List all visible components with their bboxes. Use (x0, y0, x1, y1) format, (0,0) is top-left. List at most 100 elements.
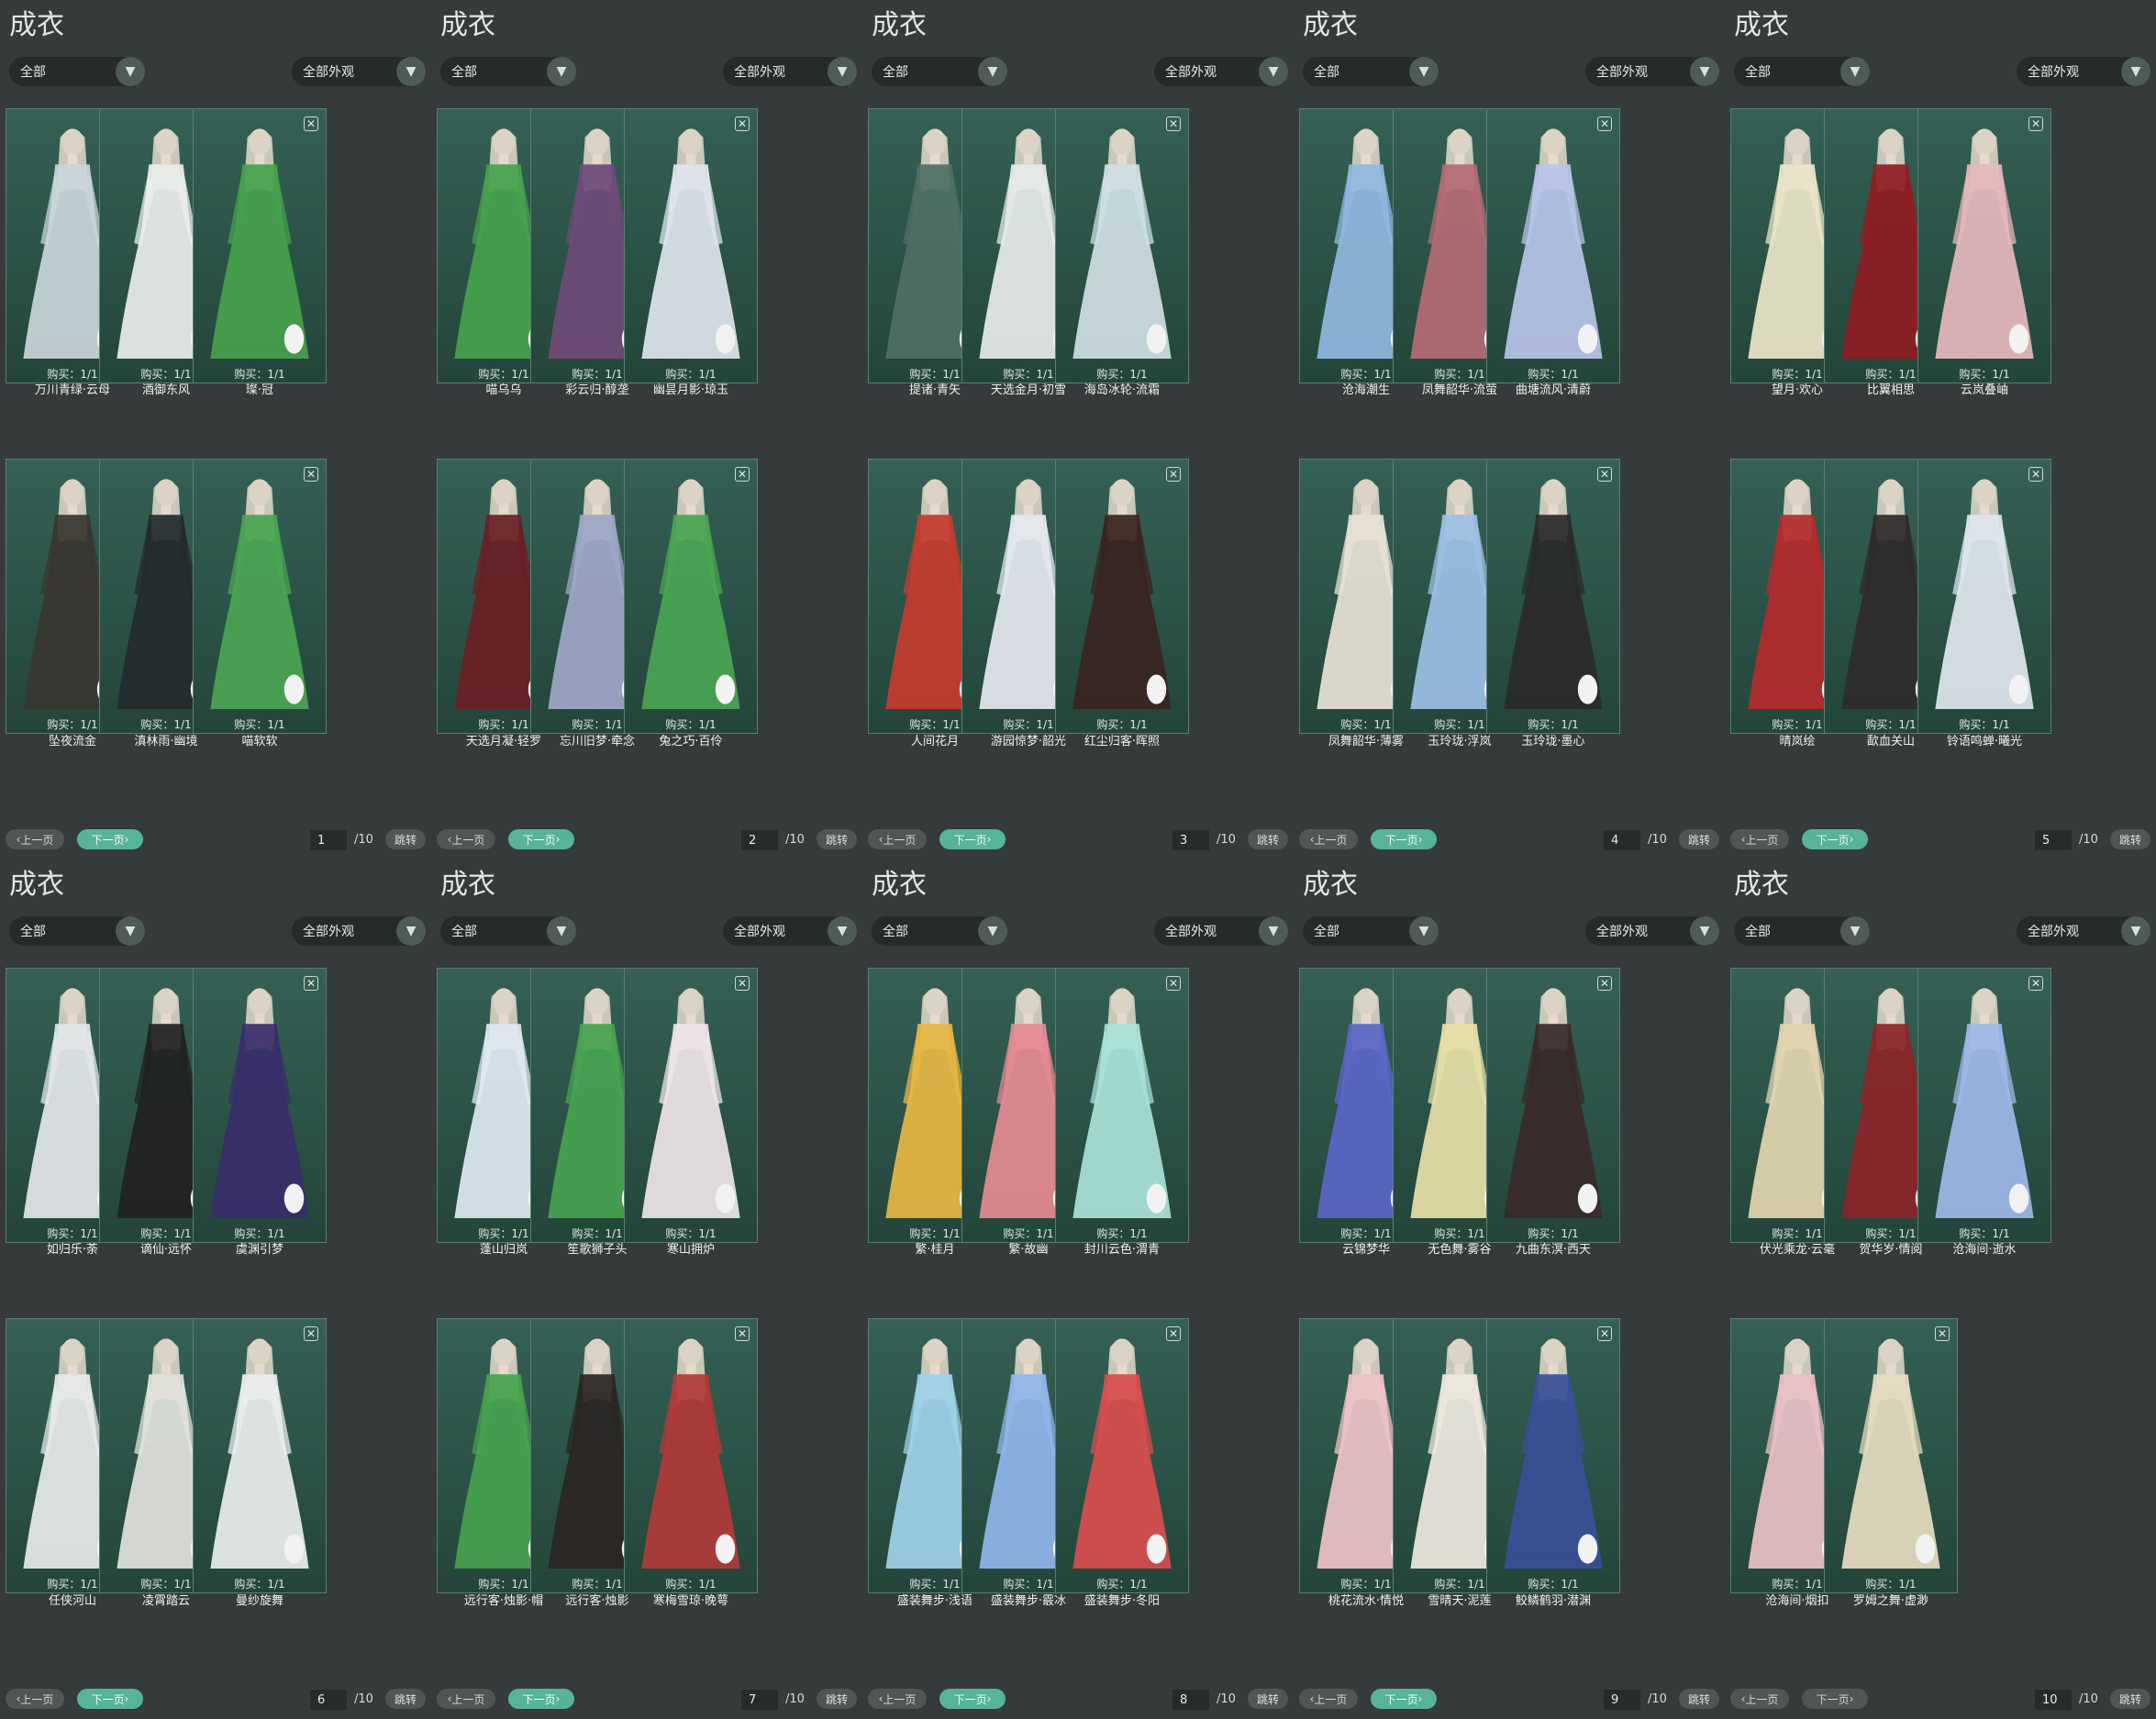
next-page-button[interactable]: 下一页 › (508, 1689, 574, 1709)
chevron-down-icon[interactable]: ▼ (978, 57, 1007, 86)
next-page-button[interactable]: 下一页 › (1802, 829, 1868, 849)
jump-button[interactable]: 跳转 (817, 1689, 857, 1709)
jump-button[interactable]: 跳转 (1248, 829, 1288, 849)
outfit-card[interactable]: ✕购买：1/1 (193, 968, 327, 1243)
page-number-input[interactable]: 5 (2035, 830, 2072, 850)
page-number-input[interactable]: 3 (1172, 830, 1209, 850)
jump-button[interactable]: 跳转 (1679, 829, 1719, 849)
outfit-card[interactable]: ✕购买：1/1 (1917, 108, 2051, 383)
next-page-button[interactable]: 下一页 › (77, 829, 143, 849)
chevron-down-icon[interactable]: ▼ (396, 916, 426, 946)
jump-button[interactable]: 跳转 (2110, 829, 2150, 849)
jump-button[interactable]: 跳转 (385, 1689, 426, 1709)
outfit-card[interactable]: ✕购买：1/1 (624, 459, 758, 734)
next-page-button[interactable]: 下一页 › (1371, 1689, 1437, 1709)
page-number-input[interactable]: 10 (2035, 1690, 2072, 1710)
page-number-input[interactable]: 6 (310, 1690, 347, 1710)
outfit-card[interactable]: ✕购买：1/1 (1824, 1318, 1958, 1593)
appearance-dropdown[interactable]: 全部外观 ▼ (723, 57, 857, 86)
appearance-dropdown[interactable]: 全部外观 ▼ (2017, 916, 2150, 946)
page-number-input[interactable]: 9 (1604, 1690, 1640, 1710)
outfit-card[interactable]: ✕购买：1/1 (624, 1318, 758, 1593)
next-page-button[interactable]: 下一页 › (77, 1689, 143, 1709)
next-page-button[interactable]: 下一页 › (1802, 1689, 1868, 1709)
chevron-down-icon[interactable]: ▼ (116, 916, 145, 946)
outfit-card[interactable]: ✕购买：1/1 (1917, 968, 2051, 1243)
category-dropdown[interactable]: 全部 ▼ (440, 57, 576, 86)
chevron-down-icon[interactable]: ▼ (978, 916, 1007, 946)
chevron-down-icon[interactable]: ▼ (547, 916, 576, 946)
next-page-button[interactable]: 下一页 › (939, 829, 1006, 849)
prev-page-button[interactable]: ‹ 上一页 (1299, 1689, 1358, 1709)
outfit-card[interactable]: ✕购买：1/1 (1055, 108, 1189, 383)
category-dropdown[interactable]: 全部 ▼ (872, 57, 1007, 86)
category-dropdown[interactable]: 全部 ▼ (872, 916, 1007, 946)
outfit-card[interactable]: ✕购买：1/1 (193, 108, 327, 383)
page-number-input[interactable]: 4 (1604, 830, 1640, 850)
category-dropdown[interactable]: 全部 ▼ (1303, 916, 1439, 946)
chevron-down-icon[interactable]: ▼ (828, 916, 857, 946)
outfit-card[interactable]: ✕购买：1/1 (1486, 459, 1620, 734)
chevron-down-icon[interactable]: ▼ (828, 57, 857, 86)
appearance-dropdown[interactable]: 全部外观 ▼ (1585, 57, 1719, 86)
chevron-down-icon[interactable]: ▼ (1259, 57, 1288, 86)
next-page-button[interactable]: 下一页 › (1371, 829, 1437, 849)
outfit-card[interactable]: ✕购买：1/1 (1055, 968, 1189, 1243)
prev-page-button[interactable]: ‹ 上一页 (868, 1689, 927, 1709)
jump-button[interactable]: 跳转 (385, 829, 426, 849)
chevron-down-icon[interactable]: ▼ (1259, 916, 1288, 946)
appearance-dropdown[interactable]: 全部外观 ▼ (2017, 57, 2150, 86)
prev-page-button[interactable]: ‹ 上一页 (868, 829, 927, 849)
chevron-down-icon[interactable]: ▼ (2121, 916, 2150, 946)
prev-page-button[interactable]: ‹ 上一页 (1299, 829, 1358, 849)
prev-page-button[interactable]: ‹ 上一页 (6, 1689, 64, 1709)
outfit-card[interactable]: ✕购买：1/1 (624, 108, 758, 383)
category-dropdown[interactable]: 全部 ▼ (1734, 57, 1870, 86)
appearance-dropdown[interactable]: 全部外观 ▼ (292, 916, 426, 946)
appearance-dropdown[interactable]: 全部外观 ▼ (1585, 916, 1719, 946)
jump-button[interactable]: 跳转 (1248, 1689, 1288, 1709)
prev-page-button[interactable]: ‹ 上一页 (1730, 1689, 1789, 1709)
chevron-down-icon[interactable]: ▼ (1409, 916, 1439, 946)
chevron-down-icon[interactable]: ▼ (396, 57, 426, 86)
category-dropdown[interactable]: 全部 ▼ (1734, 916, 1870, 946)
jump-button[interactable]: 跳转 (817, 829, 857, 849)
prev-page-button[interactable]: ‹ 上一页 (437, 829, 495, 849)
category-dropdown[interactable]: 全部 ▼ (440, 916, 576, 946)
chevron-down-icon[interactable]: ▼ (1840, 916, 1870, 946)
appearance-dropdown[interactable]: 全部外观 ▼ (292, 57, 426, 86)
appearance-dropdown[interactable]: 全部外观 ▼ (1154, 916, 1288, 946)
category-dropdown[interactable]: 全部 ▼ (9, 916, 145, 946)
next-page-button[interactable]: 下一页 › (508, 829, 574, 849)
outfit-card[interactable]: ✕购买：1/1 (1055, 459, 1189, 734)
jump-button[interactable]: 跳转 (1679, 1689, 1719, 1709)
outfit-card[interactable]: ✕购买：1/1 (1055, 1318, 1189, 1593)
chevron-down-icon[interactable]: ▼ (1409, 57, 1439, 86)
outfit-card[interactable]: ✕购买：1/1 (624, 968, 758, 1243)
outfit-card[interactable]: ✕购买：1/1 (1486, 1318, 1620, 1593)
chevron-down-icon[interactable]: ▼ (2121, 57, 2150, 86)
prev-page-button[interactable]: ‹ 上一页 (437, 1689, 495, 1709)
category-dropdown[interactable]: 全部 ▼ (9, 57, 145, 86)
outfit-card[interactable]: ✕购买：1/1 (1486, 108, 1620, 383)
prev-page-button[interactable]: ‹ 上一页 (1730, 829, 1789, 849)
outfit-card[interactable]: ✕购买：1/1 (1917, 459, 2051, 734)
page-number-input[interactable]: 8 (1172, 1690, 1209, 1710)
chevron-down-icon[interactable]: ▼ (1690, 57, 1719, 86)
chevron-down-icon[interactable]: ▼ (1690, 916, 1719, 946)
appearance-dropdown[interactable]: 全部外观 ▼ (1154, 57, 1288, 86)
page-number-input[interactable]: 1 (310, 830, 347, 850)
outfit-card[interactable]: ✕购买：1/1 (193, 1318, 327, 1593)
jump-button[interactable]: 跳转 (2110, 1689, 2150, 1709)
page-number-input[interactable]: 7 (741, 1690, 778, 1710)
appearance-dropdown[interactable]: 全部外观 ▼ (723, 916, 857, 946)
outfit-card[interactable]: ✕购买：1/1 (193, 459, 327, 734)
outfit-card[interactable]: ✕购买：1/1 (1486, 968, 1620, 1243)
chevron-down-icon[interactable]: ▼ (116, 57, 145, 86)
next-page-button[interactable]: 下一页 › (939, 1689, 1006, 1709)
page-number-input[interactable]: 2 (741, 830, 778, 850)
chevron-down-icon[interactable]: ▼ (547, 57, 576, 86)
prev-page-button[interactable]: ‹ 上一页 (6, 829, 64, 849)
chevron-down-icon[interactable]: ▼ (1840, 57, 1870, 86)
category-dropdown[interactable]: 全部 ▼ (1303, 57, 1439, 86)
